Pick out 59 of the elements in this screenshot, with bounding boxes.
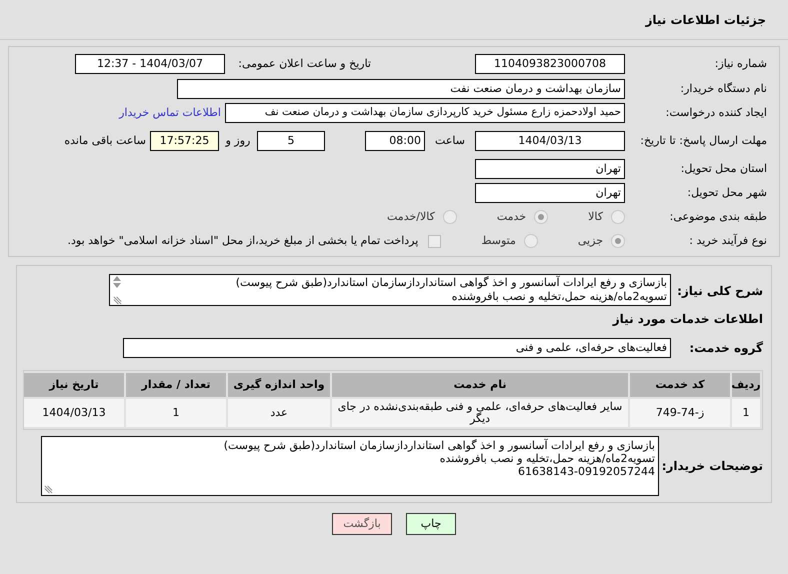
field-label: ساعت bbox=[434, 132, 466, 149]
radio-label: جزیی bbox=[578, 232, 603, 249]
contact-link[interactable]: اطلاعات تماس خریدار bbox=[119, 104, 221, 122]
field-label: شرح کلی نیاز: bbox=[676, 283, 763, 300]
input-field[interactable]: 1104093823000708 bbox=[475, 54, 625, 74]
back-button[interactable]: بازگشت bbox=[332, 513, 392, 535]
column-header: کد خدمت bbox=[630, 373, 730, 397]
input-field[interactable]: 5 bbox=[257, 131, 325, 151]
field-label: شهر محل تحویل: bbox=[686, 184, 767, 201]
checkbox-label: پرداخت تمام یا بخشی از مبلغ خرید،از محل "اسناد خزانه اسلامی" خواهد بود. bbox=[68, 232, 418, 249]
table-cell: 1 bbox=[126, 399, 226, 427]
radio-button[interactable] bbox=[611, 210, 625, 224]
field-label: تاریخ و ساعت اعلان عمومی: bbox=[237, 56, 371, 72]
radio-button[interactable] bbox=[442, 210, 457, 224]
input-field[interactable]: 1404/03/07 - 12:37 bbox=[75, 54, 225, 74]
page-title: جزئیات اطلاعات نیاز bbox=[645, 12, 766, 28]
column-header: تعداد / مقدار bbox=[126, 373, 226, 397]
resize-grip-icon[interactable] bbox=[44, 485, 53, 494]
table-cell: سایر فعالیت‌های حرفه‌ای، علمی و فنی طبقه‌بندی‌نشده در جای دیگر bbox=[332, 399, 628, 427]
field-label: استان محل تحویل: bbox=[680, 160, 767, 177]
input-field[interactable]: تهران bbox=[475, 159, 625, 179]
field-label: شماره نیاز: bbox=[714, 56, 767, 72]
column-header: ردیف bbox=[732, 373, 760, 397]
input-field[interactable]: 17:57:25 bbox=[150, 131, 219, 151]
field-label: گروه خدمت: bbox=[688, 340, 763, 357]
field-label: نام دستگاه خریدار: bbox=[679, 80, 767, 97]
radio-label: متوسط bbox=[481, 232, 516, 249]
resize-grip-icon[interactable] bbox=[112, 296, 122, 305]
radio-button[interactable] bbox=[534, 210, 548, 224]
field-label: طبقه بندی موضوعی: bbox=[668, 208, 767, 225]
input-field[interactable]: 08:00 bbox=[365, 131, 425, 151]
checkbox[interactable] bbox=[428, 234, 442, 248]
table-cell: ز-74-749 bbox=[630, 399, 730, 427]
table-cell: عدد bbox=[228, 399, 330, 427]
table-cell: 1404/03/13 bbox=[24, 399, 124, 427]
field-label: ساعت باقی مانده bbox=[64, 132, 146, 149]
field-label: مهلت ارسال پاسخ: تا تاریخ: bbox=[639, 134, 767, 148]
scroll-arrows-icon[interactable] bbox=[112, 276, 122, 288]
field-label: ایجاد کننده درخواست: bbox=[664, 104, 767, 121]
column-header: واحد اندازه گیری bbox=[228, 373, 330, 397]
section-heading: اطلاعات خدمات مورد نیاز bbox=[611, 311, 763, 328]
field-label: توضیحات خریدار: bbox=[660, 458, 763, 475]
input-field[interactable]: 1404/03/13 bbox=[475, 131, 625, 151]
input-field[interactable]: حمید اولادحمزه زارع مسئول خرید کارپردازی سازمان بهداشت و درمان صنعت نف bbox=[225, 103, 625, 123]
radio-button[interactable] bbox=[611, 234, 625, 248]
radio-label: کالا/خدمت bbox=[387, 208, 435, 225]
radio-label: کالا bbox=[588, 208, 603, 225]
column-header: نام خدمت bbox=[332, 373, 628, 397]
print-button[interactable]: چاپ bbox=[406, 513, 456, 535]
radio-label: خدمت bbox=[496, 208, 526, 225]
input-field[interactable]: فعالیت‌های حرفه‌ای، علمی و فنی bbox=[123, 338, 671, 358]
text-area[interactable]: بازسازی و رفع ایرادات آسانسور و اخذ گواهی استانداردازسازمان استاندارد(طبق شرح پیوست) تسویه2ماه/هزینه حمل،تخلیه و نصب بافروشنده bbox=[109, 274, 671, 306]
field-label: روز و bbox=[224, 132, 252, 149]
input-field[interactable]: سازمان بهداشت و درمان صنعت نفت bbox=[177, 79, 625, 99]
radio-button[interactable] bbox=[524, 234, 538, 248]
field-label: نوع فرآیند خرید : bbox=[688, 232, 767, 249]
table-cell: 1 bbox=[732, 399, 760, 427]
column-header: تاریخ نیاز bbox=[24, 373, 124, 397]
input-field[interactable]: تهران bbox=[475, 183, 625, 203]
